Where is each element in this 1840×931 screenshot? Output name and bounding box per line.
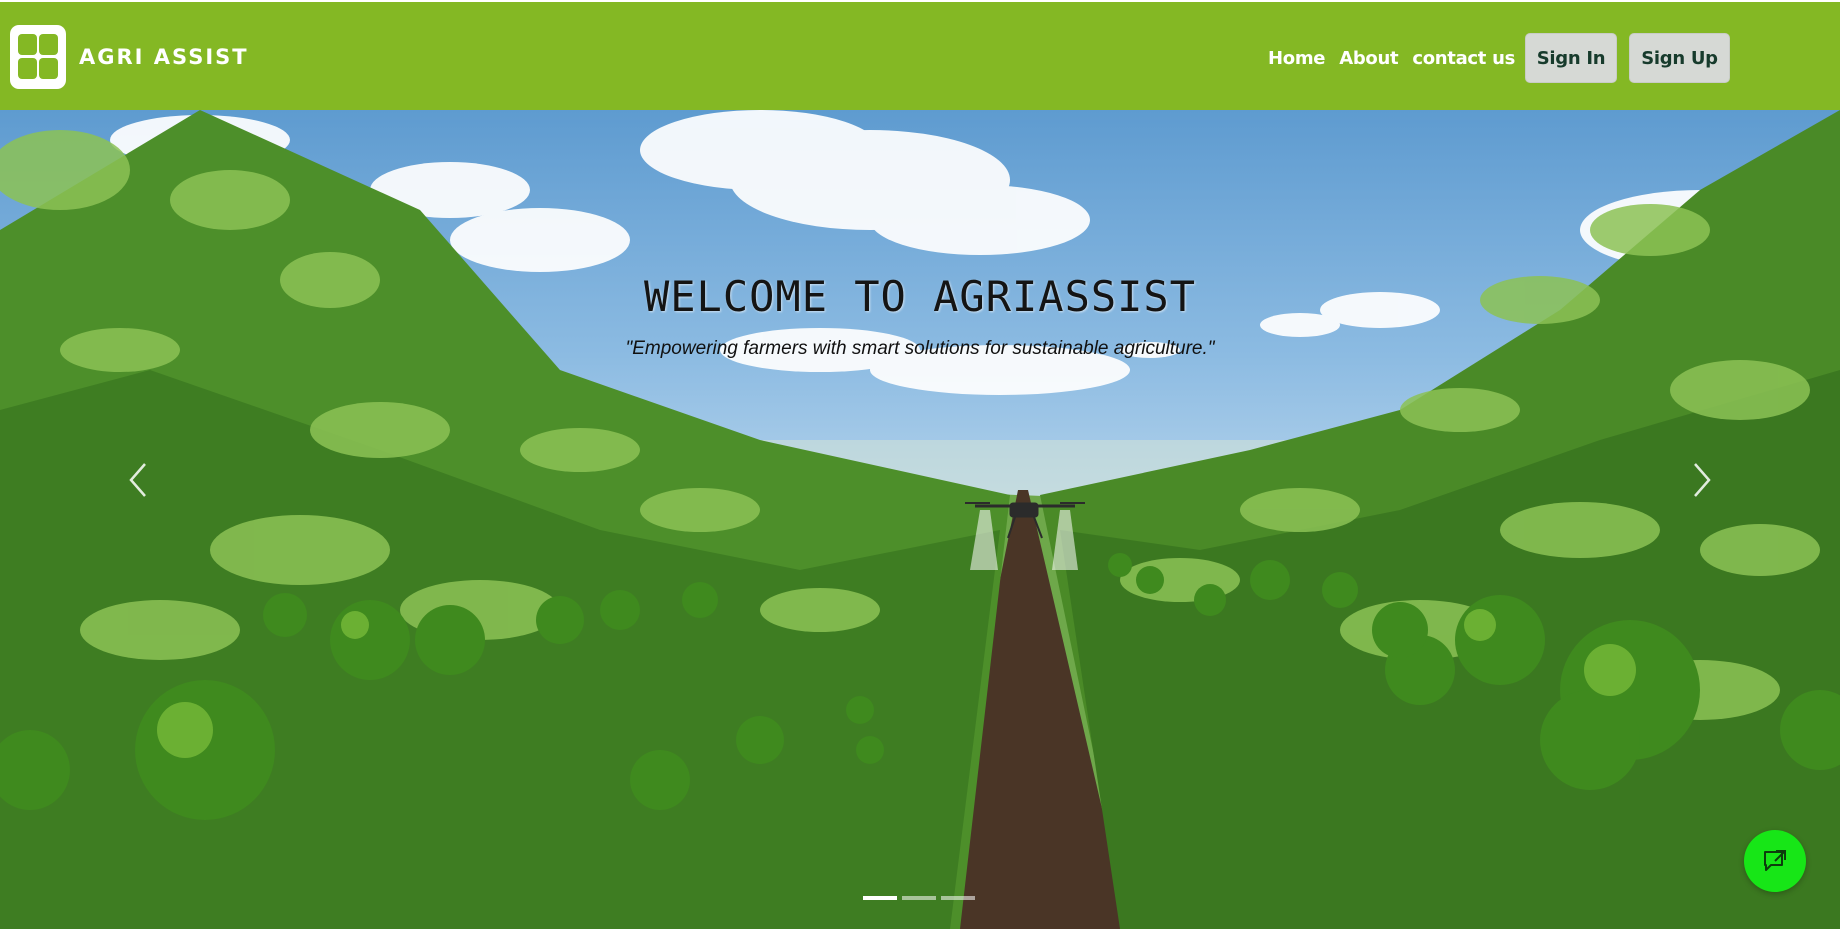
nav-link-about[interactable]: About [1339,48,1398,69]
carousel-indicator[interactable] [863,896,897,900]
hero-subtitle: "Empowering farmers with smart solutions… [625,338,1215,359]
logo-icon [10,25,66,89]
sign-up-button[interactable]: Sign Up [1629,33,1730,83]
nav-link-contact[interactable]: contact us [1412,48,1515,69]
chevron-left-icon [129,463,146,497]
brand-link[interactable]: AGRI ASSIST [10,24,249,90]
carousel-indicators [863,896,980,900]
chat-button[interactable] [1744,830,1806,892]
carousel-indicator[interactable] [902,896,936,900]
chat-icon [1764,850,1786,871]
hero-carousel: WELCOME TO AGRIASSIST "Empowering farmer… [0,110,1840,929]
carousel-prev-button[interactable] [118,450,158,510]
carousel-next-button[interactable] [1682,450,1722,510]
carousel-indicator[interactable] [941,896,975,900]
sign-in-button[interactable]: Sign In [1525,33,1617,83]
navbar: AGRI ASSIST Home About contact us Sign I… [0,0,1840,110]
nav-link-home[interactable]: Home [1268,48,1326,69]
chevron-right-icon [1694,463,1711,497]
brand-name: AGRI ASSIST [79,45,249,69]
nav-links: Home About contact us Sign In Sign Up [1268,32,1730,84]
hero-title: WELCOME TO AGRIASSIST [643,272,1196,321]
hero-background-image [0,110,1840,929]
